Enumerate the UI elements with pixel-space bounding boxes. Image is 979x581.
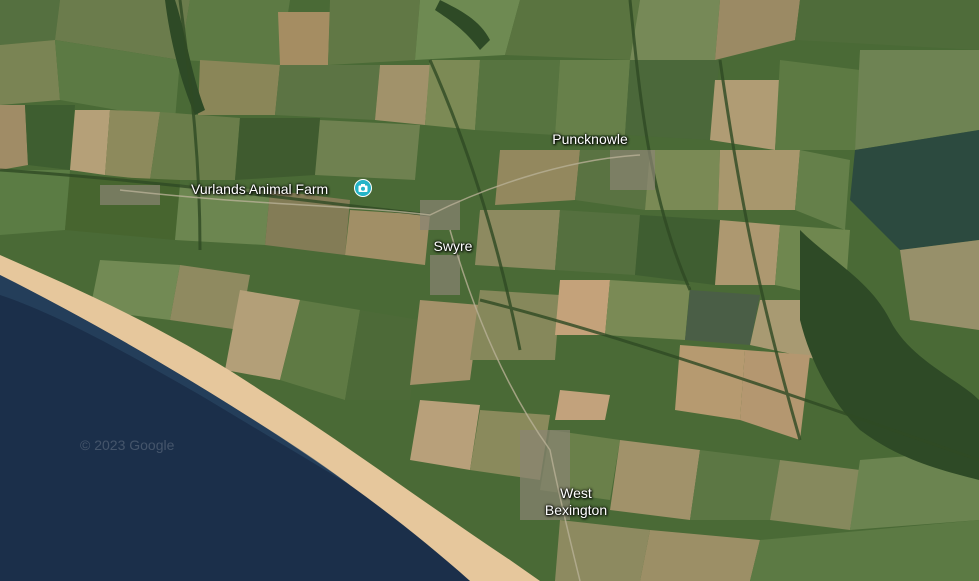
- place-label-line2: Bexington: [544, 502, 608, 518]
- poi-label[interactable]: Vurlands Animal Farm: [191, 181, 328, 198]
- place-label-puncknowle[interactable]: Puncknowle: [540, 131, 640, 148]
- place-label-west-bexington[interactable]: West Bexington: [528, 485, 624, 519]
- camera-icon: [358, 184, 368, 192]
- poi-marker[interactable]: [354, 179, 372, 197]
- place-label-swyre[interactable]: Swyre: [428, 238, 478, 255]
- map-watermark: © 2023 Google: [80, 437, 175, 453]
- place-label-line1: West: [560, 485, 592, 501]
- satellite-map[interactable]: [0, 0, 979, 581]
